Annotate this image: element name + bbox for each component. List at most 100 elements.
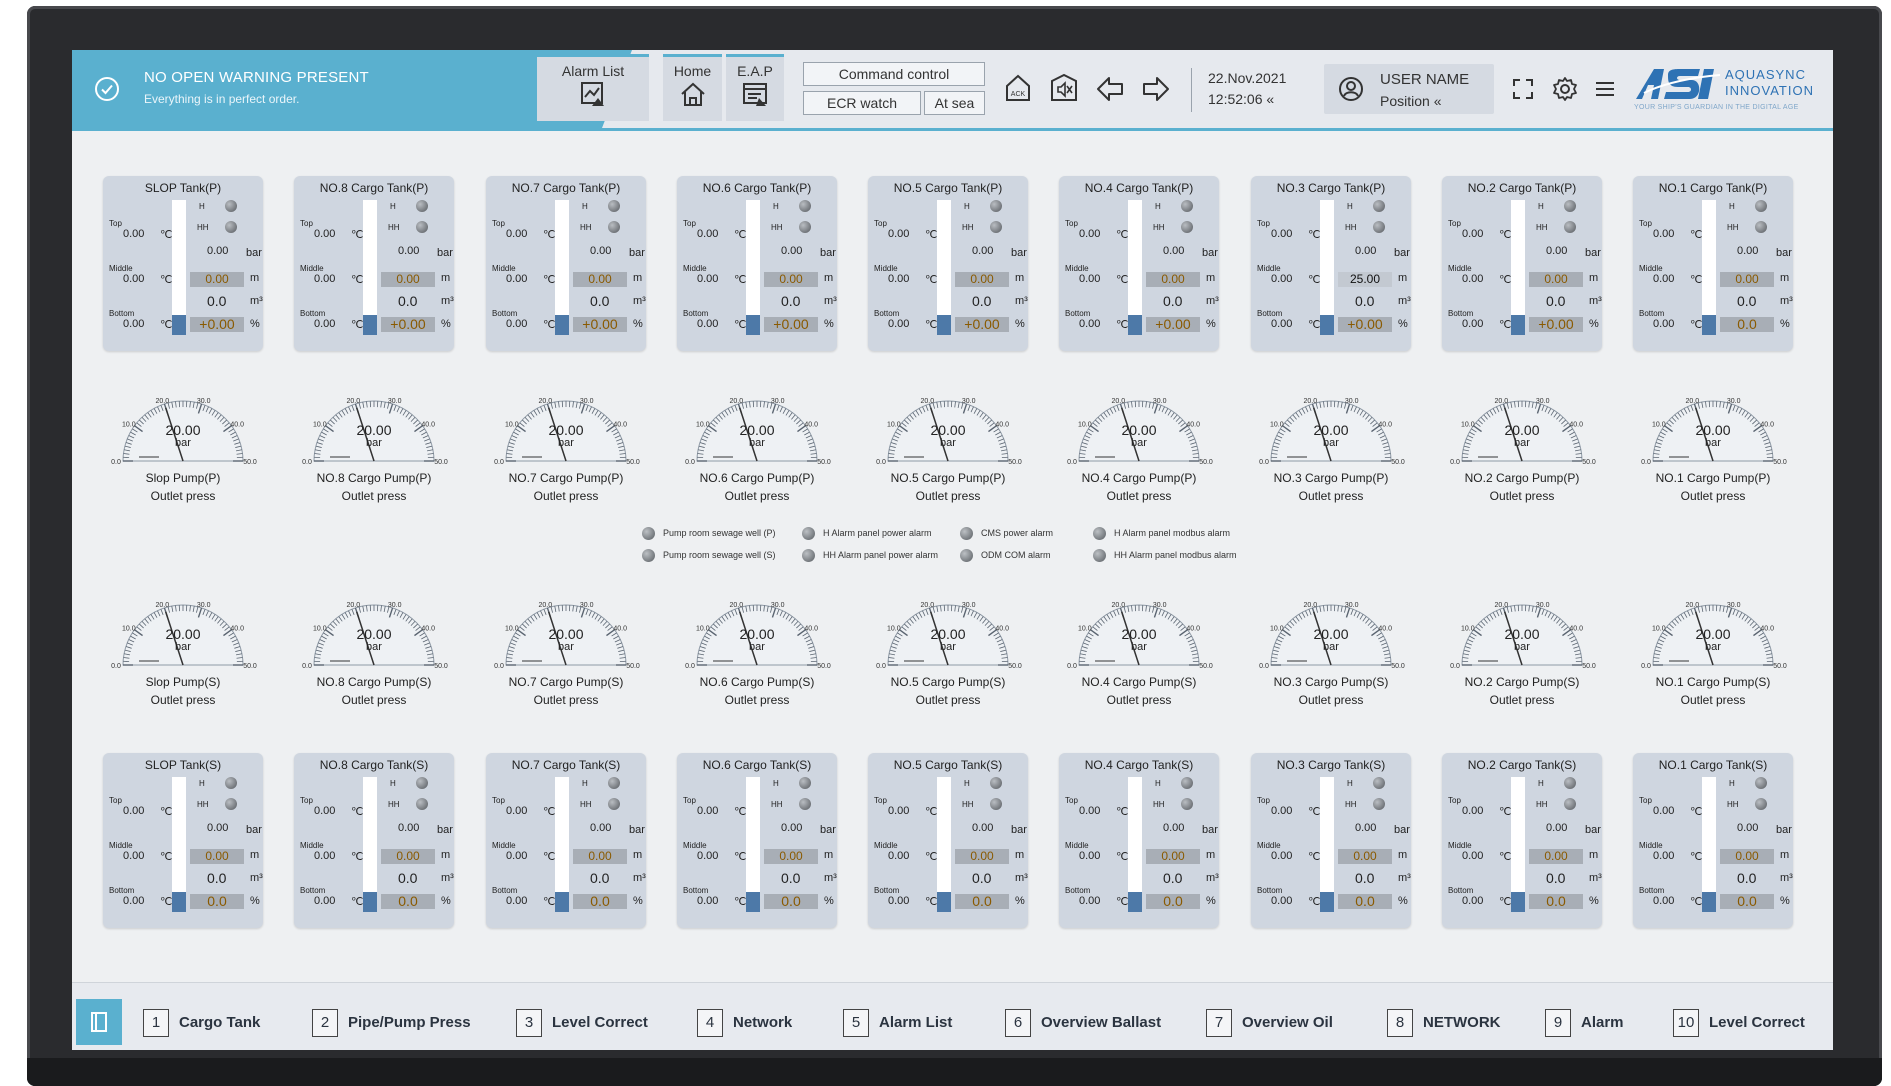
book-button[interactable] (76, 999, 122, 1045)
gauge-tick-label: 50.0 (1773, 459, 1787, 466)
pump-sub-label: Outlet press (1106, 693, 1172, 707)
bottom-nav-item[interactable]: 10 Level Correct (1673, 1009, 1805, 1037)
tank-card[interactable]: NO.1 Cargo Tank(S) Top 0.00 ℃ Middle 0.00 ℃ Bot… (1633, 753, 1793, 928)
bottom-nav-item[interactable]: 3 Level Correct (516, 1009, 648, 1037)
temp-unit: ℃ (1499, 274, 1512, 286)
pressure-gauge[interactable]: 0.0 10.0 20.0 30.0 40.0 50.0 20.00 bar NO.5 Carg… (868, 587, 1028, 712)
pressure-gauge[interactable]: 0.0 10.0 20.0 30.0 40.0 50.0 20.00 bar NO.1 Carg… (1633, 383, 1793, 508)
pressure-gauge[interactable]: 0.0 10.0 20.0 30.0 40.0 50.0 20.00 bar NO.1 Carg… (1633, 587, 1793, 712)
tank-card[interactable]: NO.8 Cargo Tank(P) Top 0.00 ℃ Middle 0.00 ℃ Bot… (294, 176, 454, 351)
alarm-indicator[interactable]: HH Alarm panel power alarm (802, 549, 938, 562)
mute-icon[interactable] (1047, 72, 1081, 106)
pressure-gauge[interactable]: 0.0 10.0 20.0 30.0 40.0 50.0 20.00 bar NO.2 Carg… (1442, 587, 1602, 712)
nav-alarm-list[interactable]: Alarm List (537, 54, 649, 121)
temp-unit: ℃ (1308, 274, 1321, 286)
alarm-indicator[interactable]: Pump room sewage well (P) (642, 527, 776, 540)
m3-unit: m³ (1015, 872, 1028, 884)
tank-card[interactable]: NO.4 Cargo Tank(P) Top 0.00 ℃ Middle 0.00 ℃ Bot… (1059, 176, 1219, 351)
pct-unit: % (1015, 895, 1025, 907)
tank-card[interactable]: NO.4 Cargo Tank(S) Top 0.00 ℃ Middle 0.00 ℃ Bot… (1059, 753, 1219, 928)
nav-home[interactable]: Home (663, 54, 722, 121)
tank-title: SLOP Tank(P) (144, 181, 222, 195)
bottom-nav-item[interactable]: 2 Pipe/Pump Press (312, 1009, 471, 1037)
bottom-nav-label: NETWORK (1423, 1014, 1501, 1031)
back-arrow-icon[interactable] (1093, 72, 1127, 106)
bottom-nav-item[interactable]: 4 Network (697, 1009, 792, 1037)
pressure-gauge[interactable]: 0.0 10.0 20.0 30.0 40.0 50.0 20.00 bar NO.3 Carg… (1251, 587, 1411, 712)
gauge-tick-label: 30.0 (388, 398, 402, 405)
gauge-value: 20.00 (739, 422, 775, 438)
pressure-gauge[interactable]: 0.0 10.0 20.0 30.0 40.0 50.0 20.00 bar NO.8 Carg… (294, 383, 454, 508)
bottom-nav-item[interactable]: 8 NETWORK (1387, 1009, 1501, 1037)
pressure-gauge[interactable]: 0.0 10.0 20.0 30.0 40.0 50.0 20.00 bar NO.2 Carg… (1442, 383, 1602, 508)
logo-tagline: YOUR SHIP'S GUARDIAN IN THE DIGITAL AGE (1634, 104, 1799, 111)
alarm-indicator[interactable]: CMS power alarm (960, 527, 1053, 540)
pressure-gauge[interactable]: 0.0 10.0 20.0 30.0 40.0 50.0 20.00 bar NO.8 Carg… (294, 587, 454, 712)
tank-card[interactable]: NO.5 Cargo Tank(S) Top 0.00 ℃ Middle 0.00 ℃ Bot… (868, 753, 1028, 928)
tank-middle-temp: 0.00 (506, 850, 528, 862)
user-menu[interactable]: USER NAME Position « (1324, 64, 1494, 114)
pressure-gauge[interactable]: 0.0 10.0 20.0 30.0 40.0 50.0 20.00 bar NO.3 Carg… (1251, 383, 1411, 508)
tank-bottom-label: Bottom (1065, 309, 1091, 318)
tank-card[interactable]: NO.3 Cargo Tank(P) Top 0.00 ℃ Middle 0.00 ℃ Bot… (1251, 176, 1411, 351)
tank-level-fill (172, 892, 186, 912)
forward-arrow-icon[interactable] (1139, 72, 1173, 106)
bottom-nav-number: 6 (1005, 1009, 1031, 1037)
h-label: H (1347, 779, 1353, 788)
pct-unit: % (1015, 318, 1025, 330)
tank-card[interactable]: NO.7 Cargo Tank(S) Top 0.00 ℃ Middle 0.00 ℃ Bot… (486, 753, 646, 928)
m3-unit: m³ (1589, 872, 1602, 884)
alarm-indicator[interactable]: HH Alarm panel modbus alarm (1093, 549, 1237, 562)
tank-card[interactable]: NO.8 Cargo Tank(S) Top 0.00 ℃ Middle 0.00 ℃ Bot… (294, 753, 454, 928)
ecr-watch-button[interactable]: ECR watch (803, 91, 921, 115)
bottom-nav-item[interactable]: 5 Alarm List (843, 1009, 952, 1037)
pressure-gauge[interactable]: 0.0 10.0 20.0 30.0 40.0 50.0 20.00 bar NO.7 Carg… (486, 587, 646, 712)
tank-card[interactable]: NO.7 Cargo Tank(P) Top 0.00 ℃ Middle 0.00 ℃ Bot… (486, 176, 646, 351)
gauge-tick-label: 30.0 (962, 398, 976, 405)
m3-unit: m³ (250, 295, 263, 307)
tank-bottom-temp: 0.00 (1462, 318, 1484, 330)
command-control-button[interactable]: Command control (803, 62, 985, 86)
alarm-indicator[interactable]: ODM COM alarm (960, 549, 1051, 562)
tank-card[interactable]: NO.1 Cargo Tank(P) Top 0.00 ℃ Middle 0.00 ℃ Bot… (1633, 176, 1793, 351)
pressure-gauge[interactable]: 0.0 10.0 20.0 30.0 40.0 50.0 20.00 bar NO.6 Carg… (677, 587, 837, 712)
at-sea-button[interactable]: At sea (924, 91, 985, 115)
alarm-indicator[interactable]: H Alarm panel power alarm (802, 527, 932, 540)
menu-icon[interactable] (1594, 78, 1616, 100)
tank-card[interactable]: NO.2 Cargo Tank(P) Top 0.00 ℃ Middle 0.00 ℃ Bot… (1442, 176, 1602, 351)
pressure-gauge[interactable]: 0.0 10.0 20.0 30.0 40.0 50.0 20.00 bar NO.7 Carg… (486, 383, 646, 508)
nav-eap[interactable]: E.A.P (726, 54, 784, 121)
gear-icon[interactable] (1552, 76, 1578, 102)
ack-icon[interactable]: ACK (1001, 72, 1035, 106)
tank-card[interactable]: NO.6 Cargo Tank(P) Top 0.00 ℃ Middle 0.00 ℃ Bot… (677, 176, 837, 351)
pressure-gauge[interactable]: 0.0 10.0 20.0 30.0 40.0 50.0 20.00 bar Slop Pump… (103, 587, 263, 712)
tank-card[interactable]: NO.2 Cargo Tank(S) Top 0.00 ℃ Middle 0.00 ℃ Bot… (1442, 753, 1602, 928)
hh-alarm-led (225, 221, 237, 233)
tank-card[interactable]: NO.6 Cargo Tank(S) Top 0.00 ℃ Middle 0.00 ℃ Bot… (677, 753, 837, 928)
temp-unit: ℃ (1499, 319, 1512, 331)
tank-card[interactable]: SLOP Tank(P) Top 0.00 ℃ Middle 0.00 ℃ Bottom 0.0… (103, 176, 263, 351)
tank-card[interactable]: NO.5 Cargo Tank(P) Top 0.00 ℃ Middle 0.00 ℃ Bot… (868, 176, 1028, 351)
pressure-gauge[interactable]: 0.0 10.0 20.0 30.0 40.0 50.0 20.00 bar NO.4 Carg… (1059, 383, 1219, 508)
gauge-value: 20.00 (548, 422, 584, 438)
bottom-nav-item[interactable]: 1 Cargo Tank (143, 1009, 260, 1037)
tank-middle-temp: 0.00 (123, 273, 145, 285)
h-label: H (1538, 779, 1544, 788)
fullscreen-icon[interactable] (1512, 78, 1534, 100)
pressure-gauge[interactable]: 0.0 10.0 20.0 30.0 40.0 50.0 20.00 bar NO.4 Carg… (1059, 587, 1219, 712)
h-alarm-led (1564, 777, 1576, 789)
pressure-gauge[interactable]: 0.0 10.0 20.0 30.0 40.0 50.0 20.00 bar NO.6 Carg… (677, 383, 837, 508)
gauge-value: 20.00 (1121, 422, 1157, 438)
tank-card[interactable]: SLOP Tank(S) Top 0.00 ℃ Middle 0.00 ℃ Bottom 0.0… (103, 753, 263, 928)
pressure-gauge[interactable]: 0.0 10.0 20.0 30.0 40.0 50.0 20.00 bar Slop Pump… (103, 383, 263, 508)
gauge-unit: bar (1705, 641, 1721, 653)
alarm-indicator[interactable]: Pump room sewage well (S) (642, 549, 776, 562)
datetime[interactable]: 22.Nov.2021 12:52:06 « (1191, 68, 1286, 112)
bottom-nav-item[interactable]: 7 Overview Oil (1206, 1009, 1333, 1037)
pressure-gauge[interactable]: 0.0 10.0 20.0 30.0 40.0 50.0 20.00 bar NO.5 Carg… (868, 383, 1028, 508)
alarm-indicator[interactable]: H Alarm panel modbus alarm (1093, 527, 1230, 540)
bottom-nav-item[interactable]: 9 Alarm (1545, 1009, 1624, 1037)
bottom-nav-item[interactable]: 6 Overview Ballast (1005, 1009, 1161, 1037)
tank-card[interactable]: NO.3 Cargo Tank(S) Top 0.00 ℃ Middle 0.00 ℃ Bot… (1251, 753, 1411, 928)
tank-middle-label: Middle (683, 264, 707, 273)
